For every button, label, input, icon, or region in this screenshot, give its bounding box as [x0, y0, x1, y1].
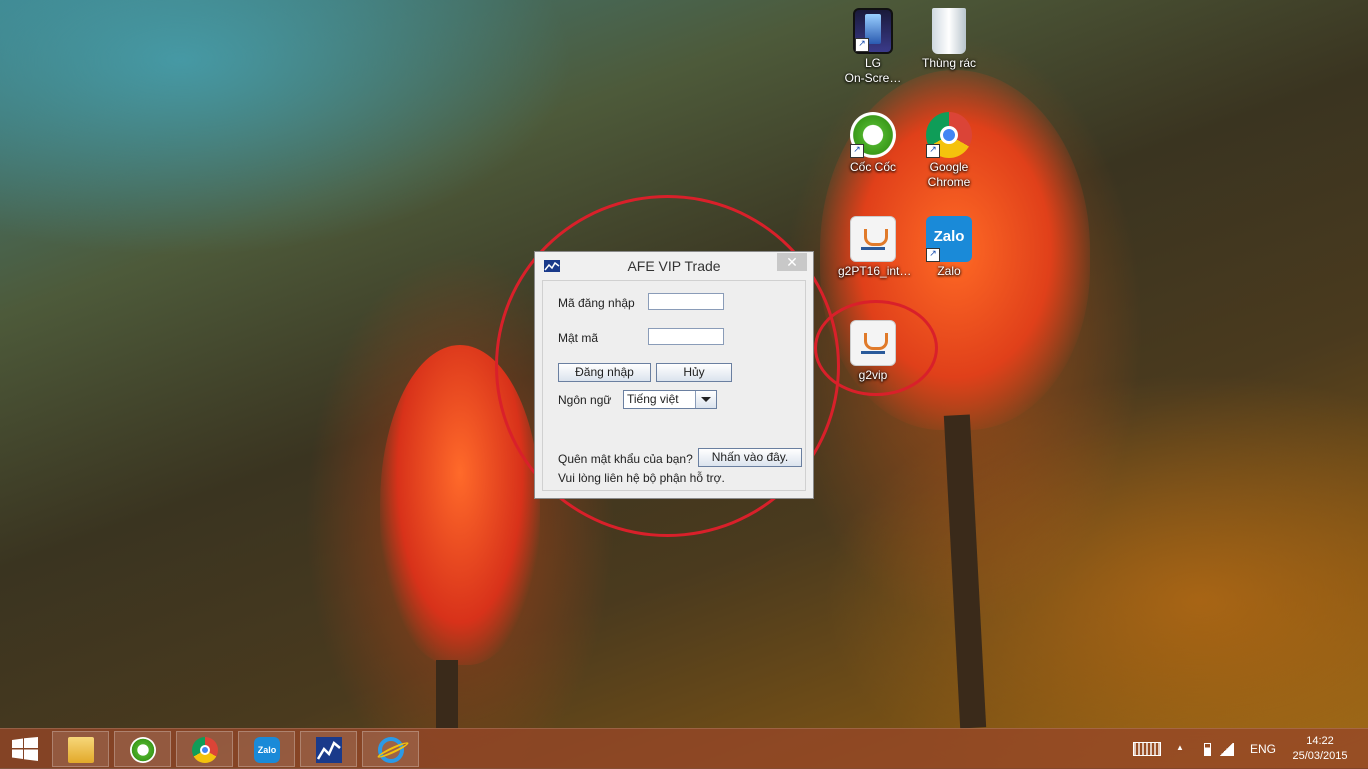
taskbar-file-explorer[interactable] [52, 731, 109, 767]
forgot-password-link[interactable]: Nhấn vào đây. [698, 448, 802, 467]
desktop-icon-zalo[interactable]: Zalo ↗ Zalo [914, 216, 984, 279]
shortcut-arrow-icon: ↗ [926, 144, 940, 158]
dialog-title: AFE VIP Trade [627, 258, 721, 274]
zalo-icon: Zalo [254, 737, 280, 763]
recycle-bin-icon [932, 8, 966, 54]
desktop-icon-g2pt16[interactable]: g2PT16_int… [838, 216, 912, 279]
login-button[interactable]: Đăng nhập [558, 363, 651, 382]
dialog-titlebar[interactable]: AFE VIP Trade ✕ [535, 252, 813, 280]
taskbar: Zalo ▲ ENG 14:22 25/03/2015 [0, 728, 1368, 769]
desktop-icon-label: LG On-Scre… [844, 56, 902, 85]
chrome-icon [192, 737, 218, 763]
battery-icon[interactable] [1204, 743, 1211, 756]
zalo-icon-text: Zalo [933, 228, 965, 245]
desktop-icon-label: Thùng rác [921, 56, 977, 70]
shortcut-arrow-icon: ↗ [926, 248, 940, 262]
language-label: Ngôn ngữ [558, 393, 612, 407]
desktop-icon-label: g2PT16_int… [838, 264, 912, 278]
internet-explorer-icon [376, 737, 410, 763]
keyboard-icon[interactable] [1133, 742, 1161, 756]
taskbar-afe-vip-trade[interactable] [300, 731, 357, 767]
clock-date: 25/03/2015 [1292, 750, 1348, 762]
start-button[interactable] [0, 729, 50, 769]
taskbar-zalo[interactable]: Zalo [238, 731, 295, 767]
desktop-icon-lg-onscreen[interactable]: ↗ LG On-Scre… [838, 8, 908, 86]
login-dialog: AFE VIP Trade ✕ Mã đăng nhập Mật mã Đăng… [534, 251, 814, 499]
desktop-icon-label: Cốc Cốc [849, 160, 896, 174]
password-field[interactable] [648, 328, 724, 345]
cancel-button[interactable]: Hủy [656, 363, 732, 382]
clock[interactable]: 14:22 25/03/2015 [1288, 734, 1352, 764]
tray-overflow-arrow-icon[interactable]: ▲ [1176, 743, 1184, 752]
forgot-password-text: Quên mật khẩu của bạn? [558, 452, 693, 466]
desktop-icon-label: Zalo [937, 264, 961, 278]
shortcut-arrow-icon: ↗ [850, 144, 864, 158]
coccoc-icon: ↗ [850, 112, 896, 158]
language-selected-value: Tiếng việt [627, 392, 679, 406]
dialog-body: Mã đăng nhập Mật mã Đăng nhập Hủy Ngôn n… [542, 280, 806, 491]
taskbar-internet-explorer[interactable] [362, 731, 419, 767]
annotation-circle-g2vip [814, 300, 938, 396]
desktop-icon-chrome[interactable]: ↗ Google Chrome [914, 112, 984, 190]
signal-icon[interactable] [1218, 743, 1234, 756]
desktop-icon-label: Google Chrome [927, 160, 971, 189]
password-label: Mật mã [558, 331, 599, 345]
java-icon [850, 216, 896, 262]
desktop-icon-coccoc[interactable]: ↗ Cốc Cốc [838, 112, 908, 175]
taskbar-chrome[interactable] [176, 731, 233, 767]
support-text: Vui lòng liên hệ bộ phận hỗ trợ. [558, 471, 725, 485]
file-explorer-icon [68, 737, 94, 763]
desktop-icon-recycle-bin[interactable]: Thùng rác [914, 8, 984, 71]
windows-logo-icon [12, 737, 38, 761]
chevron-down-icon[interactable] [695, 391, 716, 408]
chrome-icon: ↗ [926, 112, 972, 158]
coccoc-icon [130, 737, 156, 763]
language-select[interactable]: Tiếng việt [623, 390, 717, 409]
tulip-left-stem [436, 660, 458, 728]
shortcut-arrow-icon: ↗ [855, 38, 869, 52]
username-field[interactable] [648, 293, 724, 310]
clock-time: 14:22 [1306, 735, 1334, 747]
afe-vip-trade-icon [316, 737, 342, 763]
zalo-icon: Zalo ↗ [926, 216, 972, 262]
system-tray: ▲ ENG 14:22 25/03/2015 [1130, 729, 1368, 769]
lg-onscreen-icon: ↗ [853, 8, 893, 54]
language-indicator[interactable]: ENG [1250, 742, 1276, 756]
close-button[interactable]: ✕ [777, 253, 807, 271]
username-label: Mã đăng nhập [558, 296, 635, 310]
taskbar-coccoc[interactable] [114, 731, 171, 767]
tulip-right-stem [943, 414, 987, 729]
